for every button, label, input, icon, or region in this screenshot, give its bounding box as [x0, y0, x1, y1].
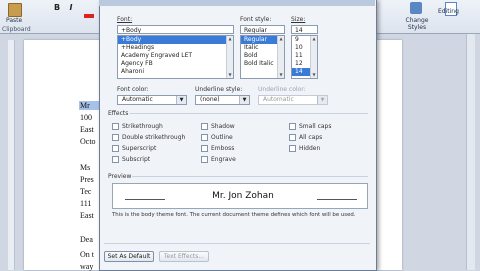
doc-line: Dea [80, 235, 93, 244]
underline-color-dropdown[interactable]: Automatic ▼ [258, 95, 328, 105]
font-name-field[interactable]: +Body [117, 25, 234, 34]
text-effects-button[interactable]: Text Effects... [159, 251, 209, 262]
small-caps-label: Small caps [299, 123, 332, 130]
font-color-value: Automatic [122, 96, 153, 103]
underline-color-value: Automatic [263, 96, 294, 103]
outline-label: Outline [211, 134, 233, 141]
font-size-list[interactable]: 9 10 11 12 14 ▲ ▼ [291, 35, 318, 79]
strikethrough-checkbox[interactable] [112, 123, 119, 130]
font-name-list[interactable]: +Body +Headings Academy Engraved LET Age… [117, 35, 234, 79]
effects-divider [130, 113, 368, 114]
chevron-down-icon[interactable]: ▼ [176, 96, 186, 104]
doc-line: Ms [80, 163, 91, 172]
strikethrough-label: Strikethrough [122, 123, 163, 130]
font-color-label: Font color: [117, 86, 149, 93]
preview-text: Mr. Jon Zohan [212, 191, 274, 201]
font-color-dropdown[interactable]: Automatic ▼ [117, 95, 187, 105]
effects-title: Effects [108, 110, 129, 117]
scroll-up-icon[interactable]: ▲ [311, 36, 317, 42]
doc-line: Pres [80, 175, 94, 184]
scroll-up-icon[interactable]: ▲ [278, 36, 284, 42]
preview-rule-left [125, 199, 165, 200]
doc-line: East [80, 125, 94, 134]
footer-divider [104, 243, 370, 244]
doc-line: 100 [80, 113, 92, 122]
superscript-checkbox[interactable] [112, 145, 119, 152]
subscript-label: Subscript [122, 156, 151, 163]
double-strikethrough-checkbox[interactable] [112, 134, 119, 141]
doc-line: Octo [80, 137, 96, 146]
underline-style-dropdown[interactable]: (none) ▼ [195, 95, 250, 105]
preview-note: This is the body theme font. The current… [112, 212, 356, 218]
preview-divider [132, 176, 368, 177]
doc-line: Tec [80, 187, 92, 196]
font-list-item[interactable]: Academy Engraved LET [118, 52, 233, 60]
font-list-scrollbar[interactable]: ▲ ▼ [226, 36, 233, 78]
font-label: Font: [117, 16, 133, 23]
change-styles-button[interactable]: Change Styles [404, 17, 430, 31]
preview-box: Mr. Jon Zohan [112, 183, 368, 209]
scroll-down-icon[interactable]: ▼ [278, 72, 284, 78]
emboss-label: Emboss [211, 145, 235, 152]
scroll-down-icon[interactable]: ▼ [311, 72, 317, 78]
shadow-label: Shadow [211, 123, 235, 130]
font-size-label: Size: [291, 16, 306, 23]
font-size-field[interactable]: 14 [291, 25, 318, 34]
doc-line: 111 [80, 199, 92, 208]
hidden-label: Hidden [299, 145, 321, 152]
engrave-checkbox[interactable] [201, 156, 208, 163]
scroll-up-icon[interactable]: ▲ [227, 36, 233, 42]
underline-style-value: (none) [200, 96, 220, 103]
preview-title: Preview [108, 173, 132, 180]
small-caps-checkbox[interactable] [289, 123, 296, 130]
bold-button[interactable]: B [52, 3, 62, 12]
double-strikethrough-label: Double strikethrough [122, 134, 186, 141]
font-list-item[interactable]: +Headings [118, 44, 233, 52]
vertical-ruler [8, 40, 15, 270]
doc-line: On t [80, 250, 94, 259]
change-styles-icon[interactable] [410, 2, 422, 14]
all-caps-checkbox[interactable] [289, 134, 296, 141]
hidden-checkbox[interactable] [289, 145, 296, 152]
font-list-item[interactable]: Aharoni [118, 68, 233, 76]
font-style-label: Font style: [240, 16, 272, 23]
doc-line: Mr [80, 101, 90, 110]
underline-style-label: Underline style: [195, 86, 243, 93]
set-as-default-button[interactable]: Set As Default [104, 251, 154, 262]
font-style-list[interactable]: Regular Italic Bold Bold Italic ▲ ▼ [240, 35, 285, 79]
paste-button[interactable]: Paste [6, 17, 22, 24]
shadow-checkbox[interactable] [201, 123, 208, 130]
doc-line: East [80, 211, 94, 220]
paste-icon[interactable] [8, 3, 22, 17]
vertical-scrollbar[interactable] [466, 34, 475, 270]
font-list-item[interactable]: Agency FB [118, 60, 233, 68]
style-list-scrollbar[interactable]: ▲ ▼ [277, 36, 284, 78]
preview-rule-right [317, 199, 357, 200]
all-caps-label: All caps [299, 134, 323, 141]
size-list-scrollbar[interactable]: ▲ ▼ [310, 36, 317, 78]
editing-button[interactable]: Editing [438, 8, 459, 15]
superscript-label: Superscript [122, 145, 157, 152]
emboss-checkbox[interactable] [201, 145, 208, 152]
italic-button[interactable]: I [66, 3, 76, 12]
clipboard-group-label: Clipboard [2, 26, 31, 33]
font-color-icon[interactable] [84, 14, 94, 18]
engrave-label: Engrave [211, 156, 236, 163]
chevron-down-icon[interactable]: ▼ [317, 96, 327, 104]
underline-color-label: Underline color: [258, 86, 306, 93]
font-style-field[interactable]: Regular [240, 25, 285, 34]
subscript-checkbox[interactable] [112, 156, 119, 163]
font-list-item[interactable]: +Body [118, 36, 233, 44]
scroll-down-icon[interactable]: ▼ [227, 72, 233, 78]
dialog-title-bar[interactable] [99, 0, 375, 6]
outline-checkbox[interactable] [201, 134, 208, 141]
chevron-down-icon[interactable]: ▼ [239, 96, 249, 104]
